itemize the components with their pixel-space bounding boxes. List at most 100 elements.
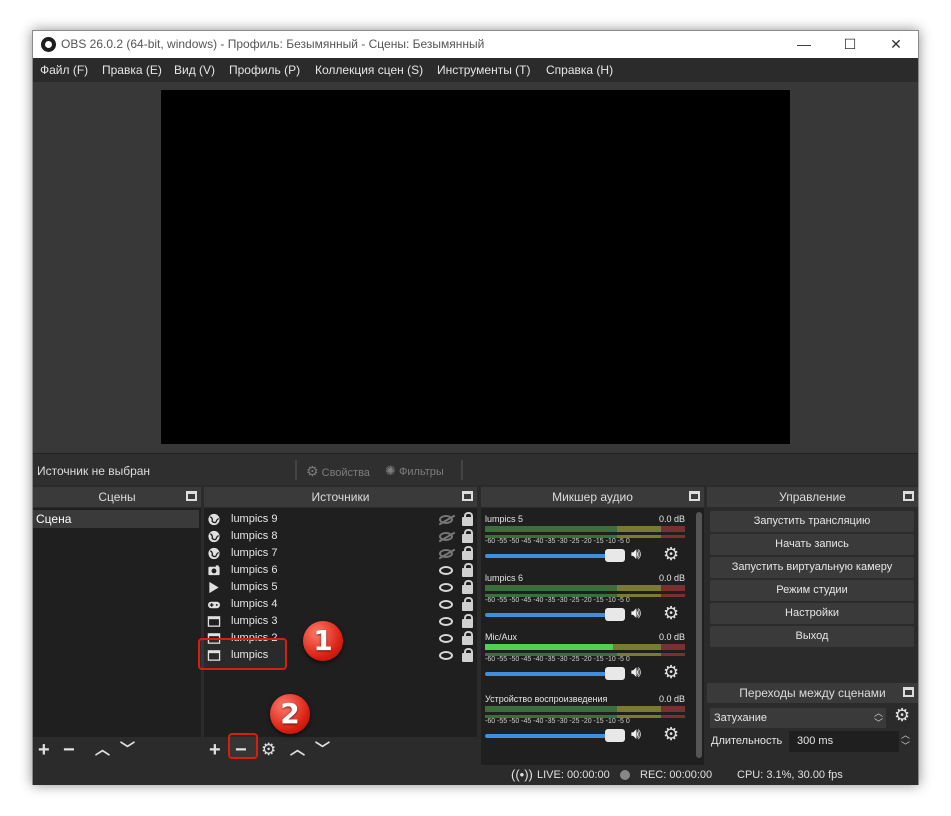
source-item[interactable]: lumpics 7 — [206, 545, 474, 562]
lock-icon[interactable] — [462, 512, 473, 526]
eye-hidden-icon[interactable] — [439, 515, 453, 524]
scene-item[interactable]: Сцена — [33, 510, 199, 528]
start-virtual-camera-button[interactable]: Запустить виртуальную камеру — [710, 557, 914, 578]
lock-icon[interactable] — [462, 580, 473, 594]
volume-slider-handle[interactable] — [605, 608, 625, 621]
start-recording-button[interactable]: Начать запись — [710, 534, 914, 555]
controls-title: Управление — [779, 490, 846, 504]
speaker-icon[interactable]: 🔊︎ — [631, 546, 641, 564]
preview-canvas[interactable] — [161, 90, 790, 444]
maximize-button[interactable]: ☐ — [827, 31, 873, 58]
meter-ticks: -60 -55 -50 -45 -40 -35 -30 -25 -20 -15 … — [485, 718, 630, 725]
channel-db: 0.0 dB — [658, 694, 685, 704]
add-scene-button[interactable]: + — [38, 739, 50, 761]
move-up-icon[interactable]: ︿ — [290, 739, 305, 761]
volume-slider[interactable] — [485, 734, 625, 738]
speaker-icon[interactable]: 🔊︎ — [631, 726, 641, 744]
menu-file[interactable]: Файл (F) — [40, 63, 88, 77]
volume-slider[interactable] — [485, 672, 625, 676]
undock-icon[interactable] — [186, 491, 197, 501]
source-item[interactable]: lumpics 9 — [206, 511, 474, 528]
undock-icon[interactable] — [903, 687, 914, 697]
gear-icon[interactable]: ⚙ — [261, 739, 276, 761]
start-streaming-button[interactable]: Запустить трансляцию — [710, 511, 914, 532]
volume-slider-handle[interactable] — [605, 667, 625, 680]
eye-icon[interactable] — [439, 583, 453, 592]
gear-icon[interactable]: ⚙ — [663, 724, 679, 745]
menu-view[interactable]: Вид (V) — [174, 63, 215, 77]
move-down-icon[interactable]: ﹀ — [120, 739, 135, 761]
gear-icon[interactable]: ⚙ — [663, 662, 679, 683]
eye-icon[interactable] — [439, 651, 453, 660]
camera-icon — [208, 565, 220, 576]
volume-slider[interactable] — [485, 554, 625, 558]
spinner-arrows-icon[interactable]: ︿ ﹀ — [901, 730, 910, 752]
menu-tools[interactable]: Инструменты (T) — [437, 63, 530, 77]
studio-mode-button[interactable]: Режим студии — [710, 580, 914, 601]
properties-label: Свойства — [321, 467, 370, 479]
source-item[interactable]: lumpics 5 — [206, 579, 474, 596]
gamepad-icon — [207, 601, 221, 609]
source-label: lumpics 6 — [231, 564, 278, 576]
audio-channel: Mic/Aux 0.0 dB -60 -55 -50 -45 -40 -35 -… — [483, 632, 689, 690]
speaker-icon[interactable]: 🔊︎ — [631, 605, 641, 623]
undock-icon[interactable] — [689, 491, 700, 501]
lock-icon[interactable] — [462, 631, 473, 645]
source-item[interactable]: lumpics 4 — [206, 596, 474, 613]
add-source-button[interactable]: + — [209, 739, 221, 761]
exit-button[interactable]: Выход — [710, 626, 914, 647]
lock-icon[interactable] — [462, 597, 473, 611]
filters-button[interactable]: ✺ Фильтры — [385, 463, 444, 479]
transition-select[interactable]: Затухание ︿ ﹀ — [710, 708, 886, 728]
source-label: lumpics 7 — [231, 547, 278, 559]
menu-edit[interactable]: Правка (E) — [102, 63, 162, 77]
minimize-button[interactable]: — — [781, 31, 827, 58]
gear-icon[interactable]: ⚙ — [894, 705, 910, 726]
source-item[interactable]: lumpics 3 — [206, 613, 474, 630]
volume-slider[interactable] — [485, 613, 625, 617]
settings-button[interactable]: Настройки — [710, 603, 914, 624]
source-item[interactable]: lumpics 6 — [206, 562, 474, 579]
menu-scene-collection[interactable]: Коллекция сцен (S) — [315, 63, 423, 77]
gear-icon[interactable]: ⚙ — [663, 544, 679, 565]
scenes-title: Сцены — [98, 490, 136, 504]
menu-profile[interactable]: Профиль (P) — [229, 63, 300, 77]
lock-icon[interactable] — [462, 529, 473, 543]
eye-icon[interactable] — [439, 634, 453, 643]
volume-slider-handle[interactable] — [605, 729, 625, 742]
close-button[interactable]: ✕ — [873, 31, 919, 58]
undock-icon[interactable] — [462, 491, 473, 501]
undock-icon[interactable] — [903, 491, 914, 501]
move-down-icon[interactable]: ﹀ — [315, 739, 330, 761]
volume-meter — [485, 526, 685, 532]
volume-slider-handle[interactable] — [605, 549, 625, 562]
duration-input[interactable]: 300 ms — [789, 731, 899, 752]
window-icon — [207, 616, 221, 627]
gear-icon[interactable]: ⚙ — [663, 603, 679, 624]
eye-icon[interactable] — [439, 617, 453, 626]
speaker-icon[interactable]: 🔊︎ — [631, 664, 641, 682]
lock-icon[interactable] — [462, 614, 473, 628]
properties-button[interactable]: ⚙ Свойства — [306, 463, 370, 480]
lock-icon[interactable] — [462, 648, 473, 662]
remove-scene-button[interactable]: − — [63, 739, 75, 761]
move-up-icon[interactable]: ︿ — [95, 739, 110, 761]
status-bar: ((•)) LIVE: 00:00:00 REC: 00:00:00 CPU: … — [33, 765, 918, 785]
eye-hidden-icon[interactable] — [439, 549, 453, 558]
transition-selected-value: Затухание — [714, 712, 768, 724]
step-1-badge: 1 — [303, 621, 343, 661]
preview-area — [33, 82, 918, 453]
controls-dock-title: Управление — [707, 487, 918, 507]
source-label: lumpics 8 — [231, 530, 278, 542]
eye-icon[interactable] — [439, 566, 453, 575]
channel-name: Mic/Aux — [485, 632, 518, 642]
scenes-dock-title: Сцены — [33, 487, 201, 507]
mixer-scrollbar[interactable] — [696, 512, 702, 758]
globe-icon — [208, 547, 220, 560]
eye-hidden-icon[interactable] — [439, 532, 453, 541]
menu-help[interactable]: Справка (H) — [546, 63, 613, 77]
eye-icon[interactable] — [439, 600, 453, 609]
lock-icon[interactable] — [462, 546, 473, 560]
lock-icon[interactable] — [462, 563, 473, 577]
source-item[interactable]: lumpics 8 — [206, 528, 474, 545]
